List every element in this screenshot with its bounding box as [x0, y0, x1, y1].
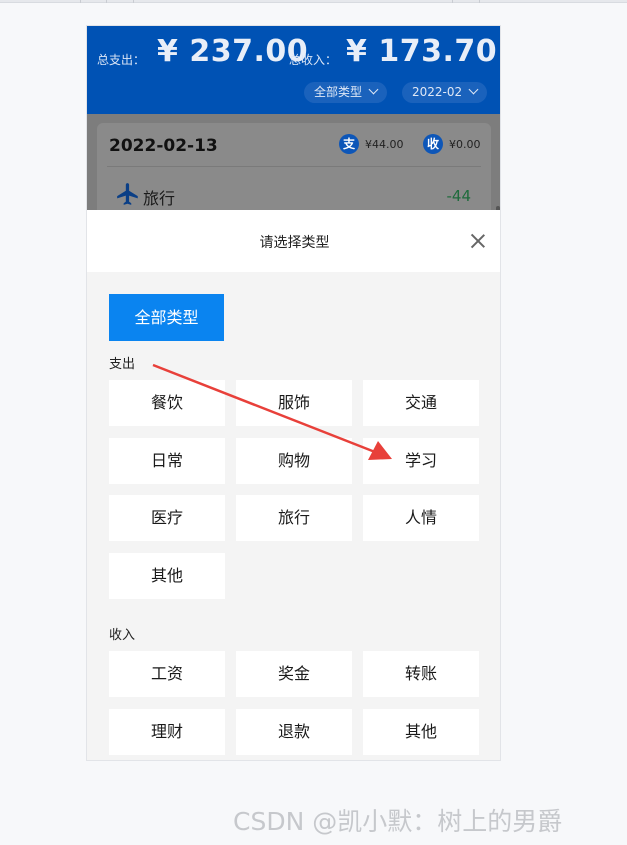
summary-header: 总支出： ¥ 237.00 总收入： ¥ 173.70 全部类型 2022-02	[87, 26, 500, 114]
expense-type-option[interactable]: 医疗	[109, 495, 225, 541]
expense-type-option[interactable]: 购物	[236, 438, 352, 484]
record-item-amount: -44	[446, 187, 472, 205]
sheet-title: 请选择类型	[259, 235, 330, 251]
card-divider	[107, 166, 481, 167]
watermark: CSDN @凯小默：树上的男爵	[233, 807, 563, 836]
app-frame: 总支出： ¥ 237.00 总收入： ¥ 173.70 全部类型 2022-02…	[86, 25, 501, 761]
total-income-label: 总收入：	[289, 53, 338, 67]
day-income-amount: ¥0.00	[449, 138, 481, 151]
income-type-option[interactable]: 工资	[109, 651, 225, 697]
total-expense-value: ¥ 237.00	[157, 34, 309, 69]
type-filter-label: 全部类型	[314, 85, 363, 99]
month-filter-dropdown[interactable]: 2022-02	[402, 82, 488, 103]
close-icon[interactable]	[469, 232, 487, 250]
expense-type-option[interactable]: 服饰	[236, 380, 352, 426]
income-section-label: 收入	[109, 628, 136, 643]
expense-type-option[interactable]: 人情	[363, 495, 479, 541]
expense-type-option[interactable]: 交通	[363, 380, 479, 426]
total-expense-label: 总支出：	[97, 53, 146, 67]
record-date: 2022-02-13	[109, 136, 218, 156]
income-type-option[interactable]: 其他	[363, 709, 479, 755]
expense-section-label: 支出	[109, 357, 136, 372]
month-filter-label: 2022-02	[412, 85, 463, 99]
expense-type-option[interactable]: 其他	[109, 553, 225, 599]
records-list: 2022-02-13 支 ¥44.00 收 ¥0.00 旅行 -44	[87, 114, 500, 301]
income-type-option[interactable]: 退款	[236, 709, 352, 755]
income-type-option[interactable]: 奖金	[236, 651, 352, 697]
total-income-value: ¥ 173.70	[346, 34, 498, 69]
expense-type-option[interactable]: 学习	[363, 438, 479, 484]
chevron-down-icon	[368, 84, 379, 95]
expense-badge: 支	[339, 134, 359, 154]
expense-type-option[interactable]: 旅行	[236, 495, 352, 541]
record-item-category: 旅行	[143, 189, 176, 208]
income-type-option[interactable]: 理财	[109, 709, 225, 755]
day-expense-amount: ¥44.00	[365, 138, 404, 151]
income-type-option[interactable]: 转账	[363, 651, 479, 697]
income-badge: 收	[423, 134, 443, 154]
expense-type-option[interactable]: 日常	[109, 438, 225, 484]
sheet-header: 请选择类型	[87, 210, 500, 272]
chevron-down-icon	[468, 84, 479, 95]
airplane-icon	[117, 183, 138, 205]
top-strip	[0, 0, 627, 3]
type-filter-dropdown[interactable]: 全部类型	[304, 82, 388, 103]
all-types-button[interactable]: 全部类型	[109, 294, 224, 341]
type-picker-sheet: 请选择类型 全部类型 支出 餐饮 服饰 交通 日常 购物 学习 医疗 旅行 人情…	[87, 210, 500, 760]
expense-type-option[interactable]: 餐饮	[109, 380, 225, 426]
